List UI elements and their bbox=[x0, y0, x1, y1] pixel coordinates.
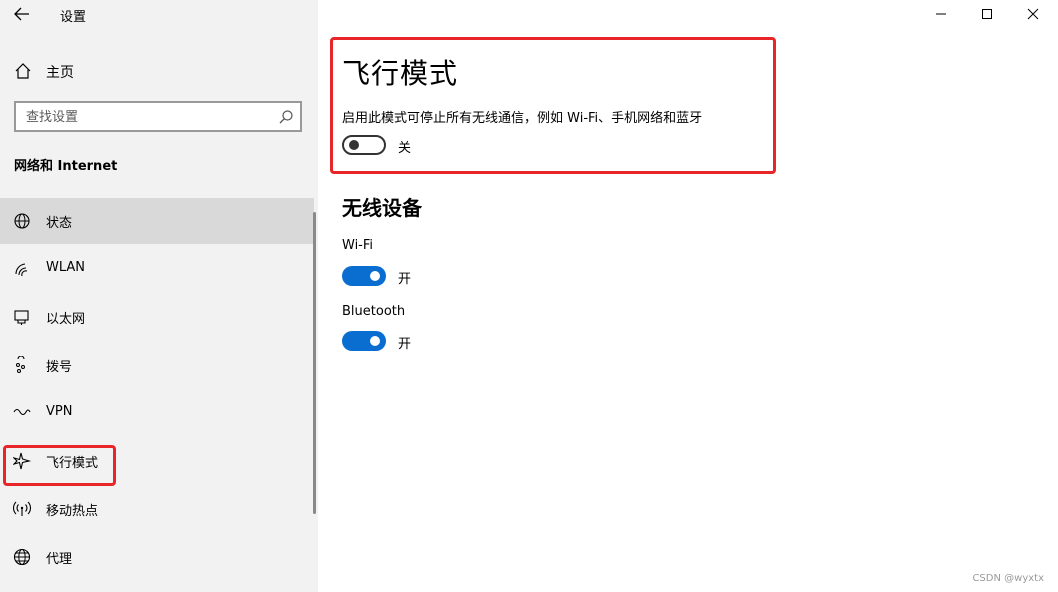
wifi-toggle-state: 开 bbox=[398, 272, 412, 287]
maximize-button[interactable] bbox=[964, 0, 1010, 28]
search-icon[interactable] bbox=[278, 109, 294, 125]
close-button[interactable] bbox=[1010, 0, 1056, 28]
ethernet-icon bbox=[14, 310, 29, 325]
airplane-icon bbox=[13, 452, 31, 470]
search-input[interactable] bbox=[26, 107, 266, 127]
sidebar-item-home[interactable]: 主页 bbox=[0, 54, 318, 88]
airplane-description: 启用此模式可停止所有无线通信，例如 Wi-Fi、手机网络和蓝牙 bbox=[342, 111, 703, 126]
page-title: 飞行模式 bbox=[342, 57, 459, 90]
toggle-knob bbox=[370, 336, 380, 346]
maximize-icon bbox=[982, 9, 992, 19]
wifi-label: Wi-Fi bbox=[342, 238, 374, 253]
wifi-toggle[interactable] bbox=[342, 266, 386, 286]
app-title: 设置 bbox=[60, 10, 87, 25]
airplane-toggle-state: 关 bbox=[398, 141, 412, 156]
watermark: CSDN @wyxtx bbox=[972, 573, 1044, 584]
sidebar-item-hotspot[interactable]: 移动热点 bbox=[0, 486, 314, 532]
minimize-button[interactable] bbox=[918, 0, 964, 28]
sidebar-item-label: 状态 bbox=[46, 216, 73, 231]
globe-status-icon bbox=[14, 213, 30, 229]
home-icon bbox=[15, 63, 31, 79]
globe-icon bbox=[13, 548, 31, 566]
sidebar-item-vpn[interactable]: VPN bbox=[0, 390, 314, 436]
sidebar: 设置 主页 网络和 Internet 状态 WLAN bbox=[0, 0, 318, 592]
sidebar-item-label: 代理 bbox=[46, 552, 73, 567]
sidebar-item-proxy[interactable]: 代理 bbox=[0, 534, 314, 580]
sidebar-scrollbar[interactable] bbox=[313, 212, 316, 514]
title-bar: 设置 bbox=[0, 0, 318, 30]
sidebar-item-dialup[interactable]: 拨号 bbox=[0, 342, 314, 388]
wireless-devices-title: 无线设备 bbox=[342, 196, 422, 220]
vpn-icon bbox=[13, 408, 31, 416]
toggle-knob bbox=[349, 140, 359, 150]
hotspot-icon bbox=[13, 501, 31, 516]
toggle-knob bbox=[370, 271, 380, 281]
search-box[interactable] bbox=[14, 101, 302, 132]
airplane-mode-toggle[interactable] bbox=[342, 135, 386, 155]
sidebar-item-label: 主页 bbox=[46, 65, 74, 81]
sidebar-item-status[interactable]: 状态 bbox=[0, 198, 314, 244]
bluetooth-label: Bluetooth bbox=[342, 304, 406, 319]
section-heading: 网络和 Internet bbox=[14, 159, 118, 174]
sidebar-item-label: WLAN bbox=[46, 260, 86, 275]
back-arrow-icon bbox=[14, 7, 29, 21]
sidebar-item-airplane[interactable]: 飞行模式 bbox=[0, 438, 314, 484]
sidebar-item-label: 以太网 bbox=[46, 312, 86, 327]
back-button[interactable] bbox=[10, 4, 34, 24]
sidebar-item-ethernet[interactable]: 以太网 bbox=[0, 294, 314, 340]
wifi-icon bbox=[15, 263, 28, 277]
sidebar-item-label: 移动热点 bbox=[46, 504, 99, 519]
sidebar-item-label: 飞行模式 bbox=[46, 456, 99, 471]
bluetooth-toggle-state: 开 bbox=[398, 337, 412, 352]
sidebar-item-label: 拨号 bbox=[46, 360, 73, 375]
minimize-icon bbox=[936, 13, 946, 15]
sidebar-item-label: VPN bbox=[46, 404, 73, 419]
close-icon bbox=[1027, 8, 1039, 20]
bluetooth-toggle[interactable] bbox=[342, 331, 386, 351]
dialup-icon bbox=[16, 356, 25, 373]
sidebar-item-wlan[interactable]: WLAN bbox=[0, 246, 314, 292]
